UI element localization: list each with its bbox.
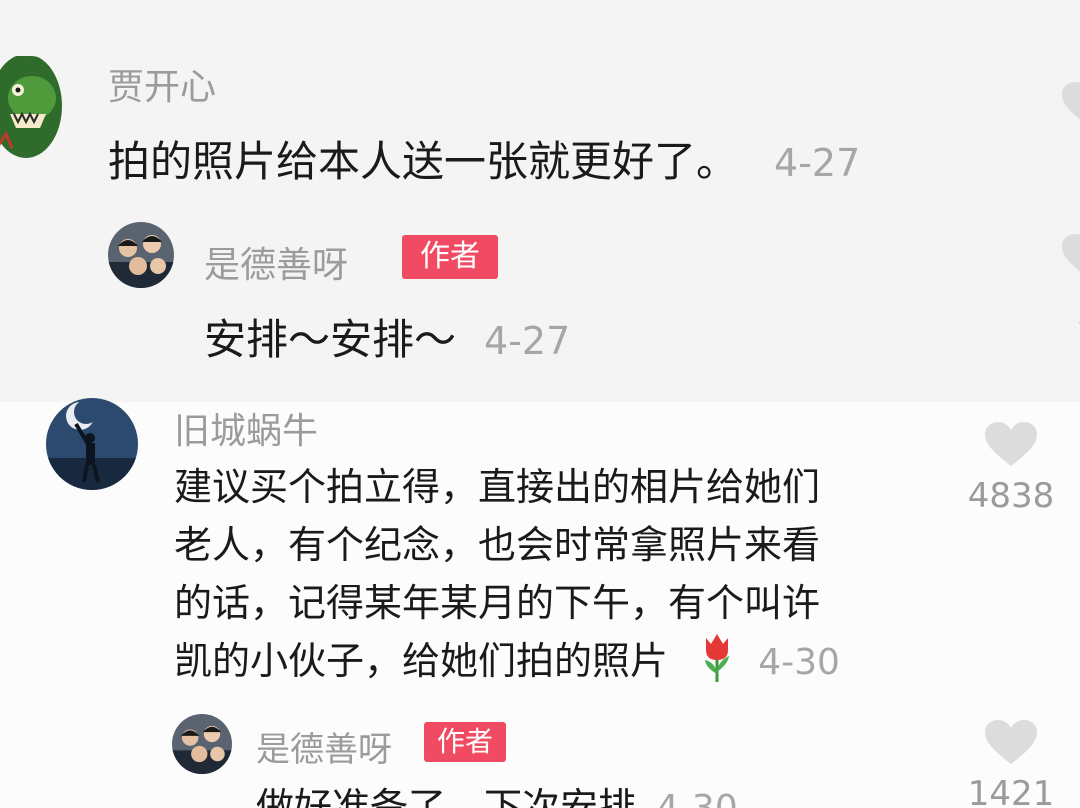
reply-text: 做好准备了，下次安排 4-30 [256,776,738,808]
comment-text-line: 老人，有个纪念，也会时常拿照片来看 [174,523,821,567]
like-count: 1 [1058,142,1080,182]
comment-text-line: 凯的小伙子，给她们拍的照片 [174,639,669,683]
comment-text-body: 拍的照片给本人送一张就更好了。 [108,137,739,186]
reply-username[interactable]: 是德善呀 [204,236,348,288]
group-photo-avatar-icon[interactable] [108,222,174,288]
comment-text-line: 的话，记得某年某月的下午，有个叫许 [174,581,821,625]
heart-icon [985,720,1037,764]
reply-date: 4-30 [656,788,738,808]
reply-text-body: 安排～安排～ [204,315,457,364]
comment-username[interactable]: 贾开心 [108,58,216,110]
comment-text-line: 建议买个拍立得，直接出的相片给她们 [174,465,821,509]
comment-list: 贾开心 拍的照片给本人送一张就更好了。 4-27 1 是德善呀 作者 安排～安排～… [0,0,1080,808]
reply-username[interactable]: 是德善呀 [256,722,392,771]
like-button[interactable]: 4838 [962,420,1060,516]
comment-date: 4-27 [774,141,861,185]
heart-icon [1062,82,1080,120]
heart-icon [985,422,1037,466]
group-photo-avatar-icon[interactable] [172,714,232,774]
author-badge: 作者 [402,235,498,279]
like-count: 4838 [967,476,1055,516]
author-badge: 作者 [424,722,506,762]
like-count: 1421 [967,774,1055,808]
heart-icon [1062,234,1080,272]
like-count: 3 [1058,294,1080,334]
reply-text: 安排～安排～ 4-27 [204,306,570,367]
comment-text: 建议买个拍立得，直接出的相片给她们 老人，有个纪念，也会时常拿照片来看 的话，记… [174,458,840,692]
moon-silhouette-avatar-icon[interactable] [46,398,138,490]
reply-date: 4-27 [484,319,571,363]
tulip-icon [702,632,732,682]
like-button[interactable]: 1421 [962,718,1060,808]
comment-text-line-last: 凯的小伙子，给她们拍的照片 4-30 [174,632,840,692]
comment-date: 4-30 [758,642,840,683]
reply-text-body: 做好准备了，下次安排 [256,785,637,808]
like-button[interactable]: 3 [1058,232,1080,334]
comment-text: 拍的照片给本人送一张就更好了。 4-27 [108,128,860,189]
comment-username[interactable]: 旧城蜗牛 [174,402,318,454]
like-button[interactable]: 1 [1058,80,1080,182]
